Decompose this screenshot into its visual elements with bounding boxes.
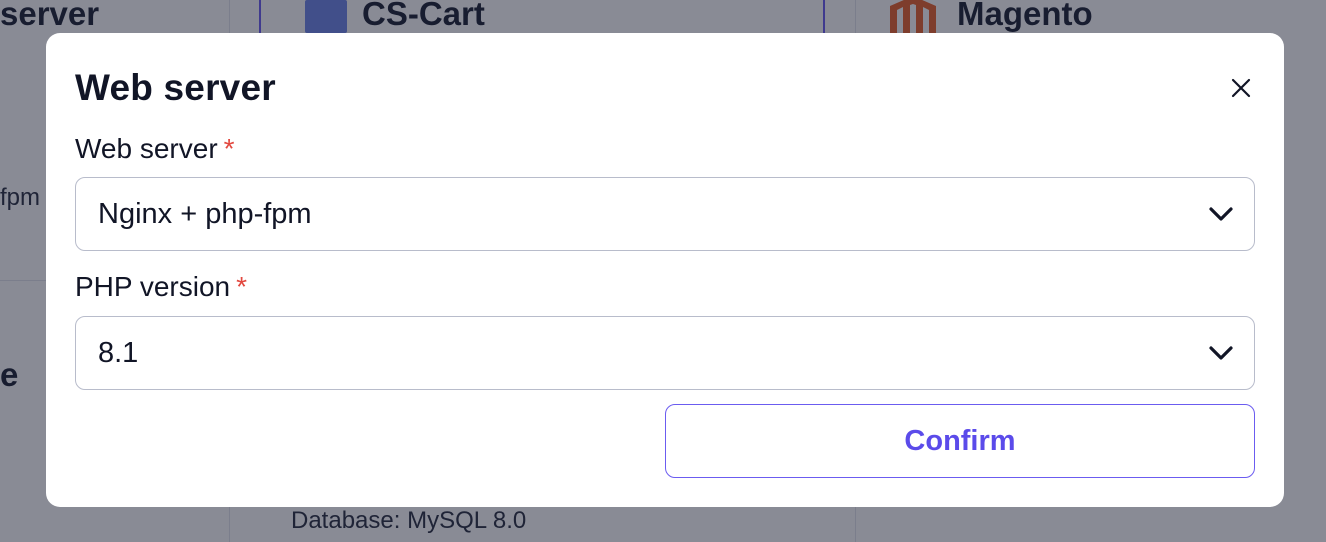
required-mark: * [223,133,235,164]
close-icon [1231,78,1251,98]
php-version-label-text: PHP version [75,271,231,302]
web-server-modal: Web server Web server * Nginx + php-fpm P… [46,33,1284,507]
web-server-select[interactable]: Nginx + php-fpm [75,177,1255,251]
confirm-button[interactable]: Confirm [665,404,1255,478]
chevron-down-icon [1209,207,1233,221]
required-mark: * [236,271,248,302]
modal-title: Web server [75,67,276,108]
php-version-select[interactable]: 8.1 [75,316,1255,390]
web-server-label-text: Web server [75,133,218,164]
web-server-label: Web server * [75,133,235,165]
web-server-select-value: Nginx + php-fpm [98,198,312,230]
close-button[interactable] [1226,73,1256,103]
chevron-down-icon [1209,346,1233,360]
php-version-label: PHP version * [75,271,247,303]
confirm-button-label: Confirm [904,424,1016,457]
php-version-select-value: 8.1 [98,337,139,369]
